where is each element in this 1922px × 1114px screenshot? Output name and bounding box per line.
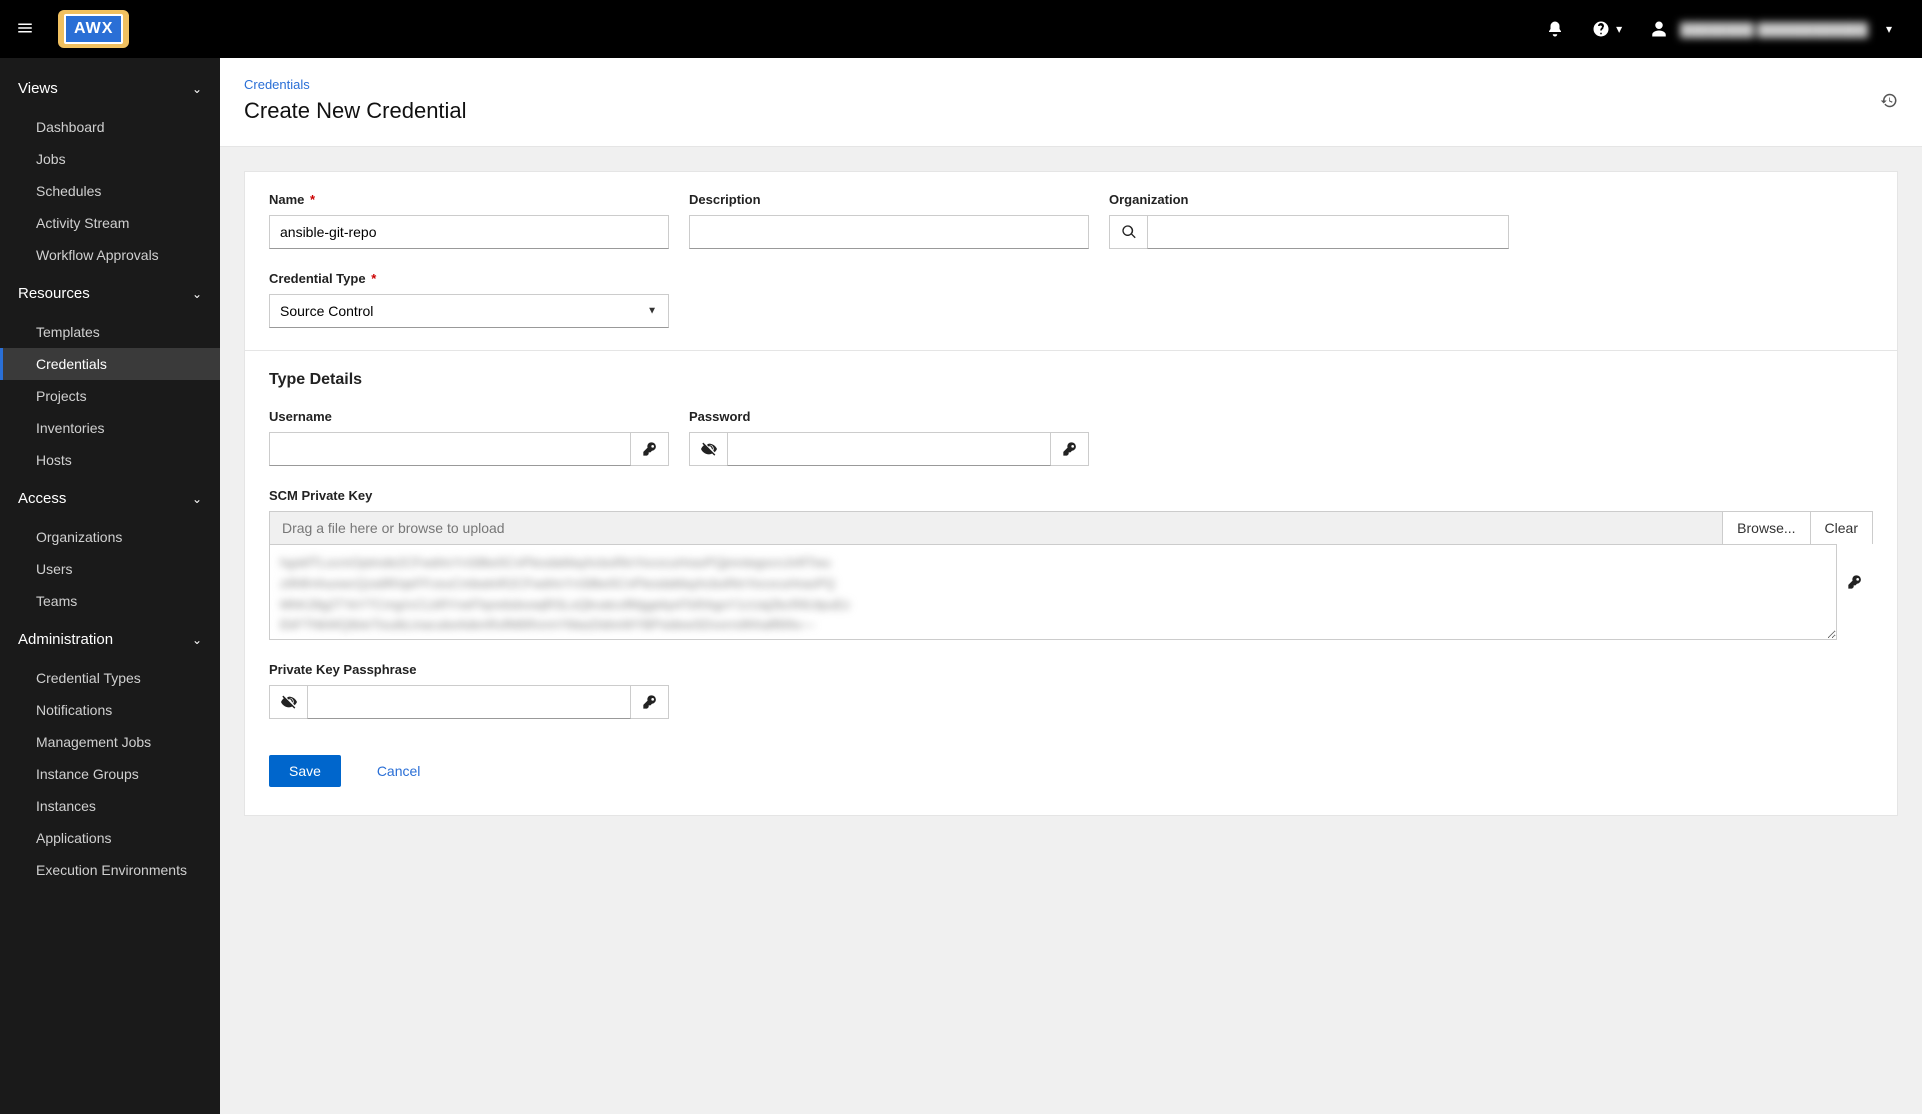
username-label: Username — [269, 409, 669, 424]
sidebar-item-instance-groups[interactable]: Instance Groups — [0, 758, 220, 790]
key-icon — [1847, 574, 1863, 590]
save-button[interactable]: Save — [269, 755, 341, 787]
main-content: Credentials Create New Credential Name *… — [220, 58, 1922, 1114]
history-icon[interactable] — [1880, 92, 1898, 113]
notifications-icon[interactable] — [1546, 20, 1564, 38]
breadcrumb: Credentials — [244, 76, 1898, 92]
eye-slash-icon — [701, 441, 717, 457]
key-icon — [642, 441, 658, 457]
password-key-button[interactable] — [1051, 432, 1089, 466]
passphrase-input[interactable] — [307, 685, 631, 719]
form-actions: Save Cancel — [269, 755, 1873, 787]
breadcrumb-credentials-link[interactable]: Credentials — [244, 77, 310, 92]
username-input[interactable] — [269, 432, 631, 466]
sidebar-item-management-jobs[interactable]: Management Jobs — [0, 726, 220, 758]
help-icon[interactable]: ▾ — [1592, 20, 1622, 38]
scm-key-blurred-body: hgskfTLocmOptmde2CFwdrtvYnS8ke5CnPlesdaM… — [280, 553, 1826, 636]
sidebar-item-credential-types[interactable]: Credential Types — [0, 662, 220, 694]
organization-lookup-button[interactable] — [1109, 215, 1147, 249]
chevron-down-icon: ⌄ — [192, 287, 202, 301]
sidebar-item-notifications[interactable]: Notifications — [0, 694, 220, 726]
browse-button[interactable]: Browse... — [1722, 512, 1809, 544]
organization-input[interactable] — [1147, 215, 1509, 249]
scm-key-key-button[interactable] — [1847, 574, 1863, 593]
sidebar-item-teams[interactable]: Teams — [0, 585, 220, 617]
eye-slash-icon — [281, 694, 297, 710]
credential-form-card: Name * Description Organization — [244, 171, 1898, 816]
passphrase-visibility-toggle[interactable] — [269, 685, 307, 719]
name-input[interactable] — [269, 215, 669, 249]
page-title: Create New Credential — [244, 98, 1898, 124]
chevron-down-icon: ⌄ — [192, 492, 202, 506]
key-icon — [1062, 441, 1078, 457]
sidebar-item-templates[interactable]: Templates — [0, 316, 220, 348]
search-icon — [1121, 224, 1137, 240]
user-menu[interactable]: ████████ ████████████ ▾ — [1650, 20, 1892, 38]
scm-key-drop-hint: Drag a file here or browse to upload — [270, 512, 1722, 544]
scm-private-key-label: SCM Private Key — [269, 488, 1873, 503]
nav-section-resources[interactable]: Resources⌄ — [0, 271, 220, 316]
page-header: Credentials Create New Credential — [220, 58, 1922, 147]
sidebar-item-instances[interactable]: Instances — [0, 790, 220, 822]
scm-key-end-line: -----END OPENSSH PRIVATE KEY----- — [280, 636, 1826, 640]
sidebar-item-applications[interactable]: Applications — [0, 822, 220, 854]
description-label: Description — [689, 192, 1089, 207]
nav-section-views[interactable]: Views⌄ — [0, 66, 220, 111]
name-label: Name * — [269, 192, 669, 207]
sidebar-item-organizations[interactable]: Organizations — [0, 521, 220, 553]
sidebar-item-execution-environments[interactable]: Execution Environments — [0, 854, 220, 886]
password-visibility-toggle[interactable] — [689, 432, 727, 466]
password-input[interactable] — [727, 432, 1051, 466]
divider — [245, 350, 1897, 351]
sidebar-item-dashboard[interactable]: Dashboard — [0, 111, 220, 143]
type-details-title: Type Details — [269, 371, 1873, 389]
app-logo-text: AWX — [64, 14, 123, 44]
hamburger-menu-icon[interactable] — [16, 19, 34, 40]
sidebar-item-hosts[interactable]: Hosts — [0, 444, 220, 476]
password-label: Password — [689, 409, 1089, 424]
credential-type-select[interactable] — [269, 294, 669, 328]
app-logo[interactable]: AWX — [58, 10, 129, 48]
sidebar-item-activity-stream[interactable]: Activity Stream — [0, 207, 220, 239]
sidebar-item-users[interactable]: Users — [0, 553, 220, 585]
sidebar-item-schedules[interactable]: Schedules — [0, 175, 220, 207]
sidebar-item-inventories[interactable]: Inventories — [0, 412, 220, 444]
user-display-name: ████████ ████████████ — [1680, 22, 1868, 37]
scm-key-textarea[interactable]: hgskfTLocmOptmde2CFwdrtvYnS8ke5CnPlesdaM… — [269, 544, 1837, 640]
chevron-down-icon: ▾ — [1616, 22, 1622, 36]
chevron-down-icon: ⌄ — [192, 82, 202, 96]
top-header: AWX ▾ ████████ ████████████ ▾ — [0, 0, 1922, 58]
key-icon — [642, 694, 658, 710]
chevron-down-icon: ▾ — [1886, 22, 1892, 36]
scm-key-drop-zone[interactable]: Drag a file here or browse to upload Bro… — [269, 511, 1873, 544]
sidebar-item-workflow-approvals[interactable]: Workflow Approvals — [0, 239, 220, 271]
sidebar-item-jobs[interactable]: Jobs — [0, 143, 220, 175]
description-input[interactable] — [689, 215, 1089, 249]
passphrase-key-button[interactable] — [631, 685, 669, 719]
cancel-button[interactable]: Cancel — [357, 755, 441, 787]
passphrase-label: Private Key Passphrase — [269, 662, 669, 677]
sidebar-item-credentials[interactable]: Credentials — [0, 348, 220, 380]
nav-section-administration[interactable]: Administration⌄ — [0, 617, 220, 662]
sidebar-item-projects[interactable]: Projects — [0, 380, 220, 412]
credential-type-label: Credential Type * — [269, 271, 669, 286]
sidebar: Views⌄ Dashboard Jobs Schedules Activity… — [0, 58, 220, 1114]
organization-label: Organization — [1109, 192, 1509, 207]
clear-button[interactable]: Clear — [1810, 512, 1872, 544]
username-key-button[interactable] — [631, 432, 669, 466]
nav-section-access[interactable]: Access⌄ — [0, 476, 220, 521]
chevron-down-icon: ⌄ — [192, 633, 202, 647]
